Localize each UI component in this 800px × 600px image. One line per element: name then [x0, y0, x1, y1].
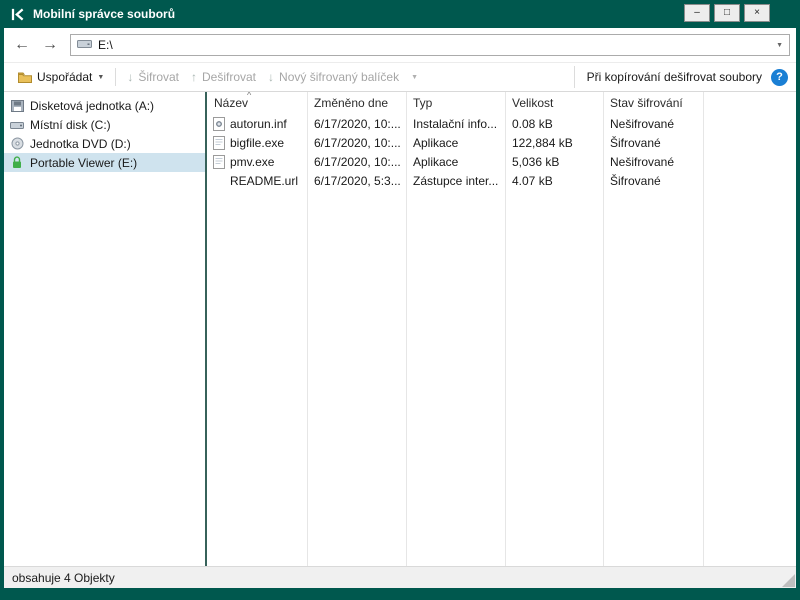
- file-size: 5,036 kB: [512, 154, 560, 169]
- file-row-pmv[interactable]: pmv.exe 6/17/2020, 10:... Aplikace 5,036…: [207, 152, 796, 171]
- organize-dropdown-icon: ▼: [97, 73, 105, 81]
- window-title: Mobilní správce souborů: [33, 7, 176, 21]
- toolbar: Uspořádat ▼ ↓ Šifrovat ↑ Dešifrovat ↓ No…: [4, 62, 796, 92]
- sidebar-item-label: Portable Viewer (E:): [30, 155, 138, 170]
- hard-disk-icon: [10, 118, 24, 131]
- file-encryption-status: Nešifrované: [610, 116, 675, 131]
- portable-file-manager-window: Mobilní správce souborů – □ × ← → E:\ ▼ …: [0, 0, 800, 600]
- decrypt-arrow-icon: ↑: [191, 70, 197, 84]
- sidebar-item-portable-viewer-e[interactable]: Portable Viewer (E:): [4, 153, 205, 172]
- status-bar: obsahuje 4 Objekty: [4, 566, 796, 588]
- file-size: 122,884 kB: [512, 135, 573, 150]
- drives-sidebar: Disketová jednotka (A:) Místní disk (C:): [4, 92, 205, 566]
- column-separator[interactable]: [307, 92, 308, 566]
- resize-grip[interactable]: [782, 574, 795, 587]
- toolbar-right-group: Při kopírování dešifrovat soubory ?: [573, 66, 788, 88]
- sidebar-item-floppy-a[interactable]: Disketová jednotka (A:): [4, 96, 205, 115]
- navigation-bar: ← → E:\ ▼: [4, 28, 796, 62]
- encrypt-button[interactable]: ↓ Šifrovat: [121, 67, 185, 87]
- drive-icon: [77, 38, 92, 52]
- package-arrow-icon: ↓: [268, 70, 275, 84]
- minimize-button[interactable]: –: [684, 4, 710, 22]
- sort-ascending-icon: ^: [247, 92, 252, 100]
- file-row-readme[interactable]: README.url 6/17/2020, 5:3... Zástupce in…: [207, 171, 796, 190]
- file-type: Aplikace: [413, 154, 459, 169]
- column-header-name[interactable]: Název: [207, 96, 307, 110]
- column-header-encryption-status[interactable]: Stav šifrování: [603, 96, 703, 110]
- back-arrow-icon: ←: [14, 36, 30, 53]
- forward-button[interactable]: →: [38, 33, 62, 57]
- application-file-icon: [213, 154, 225, 169]
- file-type: Instalační info...: [413, 116, 498, 131]
- window-content: ← → E:\ ▼ Uspořádat ▼ ↓ Šifrovat ↑ Dešif…: [4, 28, 796, 588]
- close-button[interactable]: ×: [744, 4, 770, 22]
- address-bar[interactable]: E:\ ▼: [70, 34, 790, 56]
- file-name: bigfile.exe: [230, 135, 285, 150]
- encrypt-arrow-icon: ↓: [127, 70, 134, 84]
- status-text: obsahuje 4 Objekty: [12, 570, 115, 585]
- kaspersky-logo-icon: [9, 6, 25, 22]
- new-encrypted-package-label: Nový šifrovaný balíček: [279, 70, 400, 84]
- column-separator[interactable]: [505, 92, 506, 566]
- file-modified: 6/17/2020, 10:...: [314, 116, 401, 131]
- new-package-dropdown-button[interactable]: ▼: [405, 71, 424, 84]
- window-controls: – □ ×: [684, 4, 770, 22]
- decrypt-on-copy-option[interactable]: Při kopírování dešifrovat soubory: [587, 70, 762, 84]
- column-separator[interactable]: [603, 92, 604, 566]
- sidebar-item-label: Disketová jednotka (A:): [30, 98, 155, 113]
- column-header-size[interactable]: Velikost: [505, 96, 603, 110]
- toolbar-separator: [115, 68, 117, 86]
- file-modified: 6/17/2020, 5:3...: [314, 173, 401, 188]
- organize-button[interactable]: Uspořádat ▼: [12, 67, 110, 87]
- folder-icon: [18, 72, 32, 83]
- file-row-bigfile[interactable]: bigfile.exe 6/17/2020, 10:... Aplikace 1…: [207, 133, 796, 152]
- file-row-autorun[interactable]: autorun.inf 6/17/2020, 10:... Instalační…: [207, 114, 796, 133]
- file-encryption-status: Nešifrované: [610, 154, 675, 169]
- main-area: Disketová jednotka (A:) Místní disk (C:): [4, 92, 796, 566]
- maximize-button[interactable]: □: [714, 4, 740, 22]
- titlebar: Mobilní správce souborů – □ ×: [0, 0, 800, 28]
- encrypt-label: Šifrovat: [138, 70, 179, 84]
- decrypt-label: Dešifrovat: [202, 70, 257, 84]
- application-file-icon: [213, 135, 225, 150]
- address-dropdown-icon[interactable]: ▼: [776, 42, 783, 49]
- file-encryption-status: Šifrované: [610, 173, 661, 188]
- setup-information-file-icon: [213, 116, 225, 131]
- forward-arrow-icon: →: [42, 36, 58, 53]
- file-name: pmv.exe: [230, 154, 275, 169]
- address-path: E:\: [98, 38, 113, 52]
- column-separator[interactable]: [703, 92, 704, 566]
- organize-label: Uspořádat: [37, 70, 93, 84]
- new-encrypted-package-button[interactable]: ↓ Nový šifrovaný balíček: [262, 67, 405, 87]
- column-header-modified[interactable]: Změněno dne: [307, 96, 406, 110]
- sidebar-item-local-disk-c[interactable]: Místní disk (C:): [4, 115, 205, 134]
- file-type: Zástupce inter...: [413, 173, 499, 188]
- sidebar-item-dvd-d[interactable]: Jednotka DVD (D:): [4, 134, 205, 153]
- file-size: 0.08 kB: [512, 116, 553, 131]
- file-list-pane: ^ Název Změněno dne Typ Velikost Stav ši…: [207, 92, 796, 566]
- column-separator[interactable]: [406, 92, 407, 566]
- file-encryption-status: Šifrované: [610, 135, 661, 150]
- floppy-drive-icon: [10, 99, 24, 112]
- column-header-row: ^ Název Změněno dne Typ Velikost Stav ši…: [207, 92, 796, 114]
- file-type: Aplikace: [413, 135, 459, 150]
- sidebar-item-label: Místní disk (C:): [30, 117, 111, 132]
- file-name: autorun.inf: [230, 116, 287, 131]
- sidebar-item-label: Jednotka DVD (D:): [30, 136, 131, 151]
- file-name: README.url: [230, 173, 299, 188]
- file-size: 4.07 kB: [512, 173, 553, 188]
- new-package-dropdown-icon: ▼: [411, 73, 419, 81]
- file-modified: 6/17/2020, 10:...: [314, 135, 401, 150]
- back-button[interactable]: ←: [10, 33, 34, 57]
- column-header-type[interactable]: Typ: [406, 96, 505, 110]
- help-icon: ?: [776, 71, 783, 83]
- help-button[interactable]: ?: [771, 68, 788, 86]
- file-modified: 6/17/2020, 10:...: [314, 154, 401, 169]
- lock-icon: [10, 156, 24, 169]
- dvd-drive-icon: [10, 137, 24, 150]
- decrypt-button[interactable]: ↑ Dešifrovat: [185, 67, 262, 87]
